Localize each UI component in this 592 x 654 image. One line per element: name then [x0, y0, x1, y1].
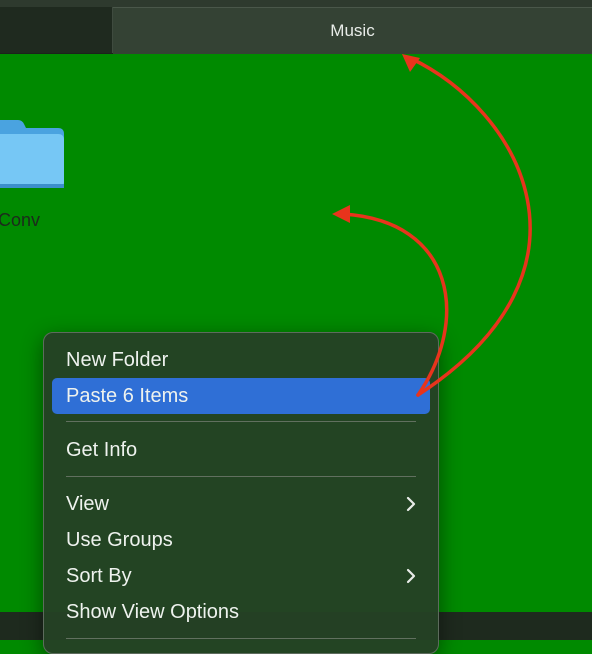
tab-music[interactable]: Music: [113, 7, 592, 54]
folder-name-label[interactable]: Conv: [0, 210, 40, 231]
menu-item-sort-by[interactable]: Sort By: [52, 559, 430, 593]
chevron-right-icon: [406, 487, 416, 521]
tab-music-label: Music: [330, 21, 375, 40]
menu-item-label: Use Groups: [66, 528, 173, 551]
menu-item-use-groups[interactable]: Use Groups: [52, 523, 430, 557]
menu-item-view[interactable]: View: [52, 487, 430, 521]
context-menu: New Folder Paste 6 Items Get Info View U…: [43, 332, 439, 654]
menu-separator: [66, 476, 416, 477]
menu-item-label: Get Info: [66, 438, 138, 461]
tab-bar: Music: [0, 0, 592, 54]
menu-item-label: Sort By: [66, 564, 132, 587]
menu-item-paste[interactable]: Paste 6 Items: [52, 378, 430, 414]
menu-item-label: Show View Options: [66, 600, 240, 623]
menu-separator: [66, 638, 416, 639]
menu-item-label: View: [66, 492, 109, 515]
folder-icon[interactable]: [0, 112, 66, 197]
menu-item-new-folder[interactable]: New Folder: [52, 343, 430, 377]
tab-previous[interactable]: [0, 7, 113, 53]
menu-item-show-view-options[interactable]: Show View Options: [52, 595, 430, 629]
menu-separator: [66, 421, 416, 422]
menu-item-label: New Folder: [66, 348, 169, 371]
menu-item-label: Paste 6 Items: [66, 384, 189, 407]
menu-item-get-info[interactable]: Get Info: [52, 433, 430, 467]
chevron-right-icon: [406, 559, 416, 593]
